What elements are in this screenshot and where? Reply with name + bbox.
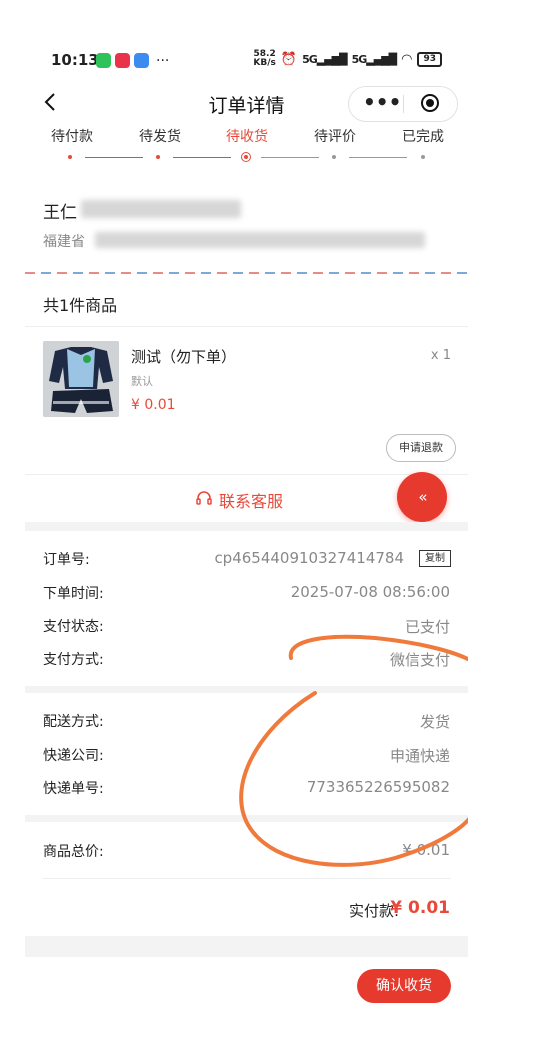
section-gap (25, 522, 468, 531)
goods-total-label: 商品总价: (43, 844, 104, 860)
progress-line (349, 157, 407, 158)
copy-button[interactable]: 复制 (419, 550, 451, 567)
order-status-tabs: 待付款 待发货 待收货 待评价 已完成 (25, 126, 468, 166)
headset-icon (195, 489, 213, 511)
tab-pending-review[interactable]: 待评价 (290, 126, 380, 146)
alarm-icon: ⏰ (280, 51, 298, 67)
product-price: ¥ 0.01 (131, 397, 176, 413)
signal-label-2: 5G (351, 52, 368, 66)
order-number-value: cp465440910327414784 (214, 549, 404, 567)
tracking-number-value: 773365226595082 (306, 778, 450, 796)
recipient-name: 王仁 (43, 203, 77, 223)
tab-pending-receipt[interactable]: 待收货 (202, 126, 292, 146)
product-image[interactable] (43, 341, 119, 417)
redaction-blur (95, 232, 425, 248)
progress-dot (68, 155, 72, 159)
miniapp-capsule: ••• (348, 86, 458, 122)
tab-completed[interactable]: 已完成 (378, 126, 468, 146)
close-miniapp-icon[interactable] (421, 94, 439, 112)
wifi-icon: ◠ (401, 51, 413, 67)
progress-current-dot (241, 152, 251, 162)
progress-dot (332, 155, 336, 159)
app-blue-icon (134, 53, 149, 68)
product-name[interactable]: 测试（勿下单） (131, 346, 236, 367)
nav-bar: 订单详情 ••• (25, 84, 468, 124)
refund-button[interactable]: 申请退款 (386, 434, 456, 462)
floating-action-button[interactable]: « (397, 472, 447, 522)
product-quantity: x 1 (430, 348, 451, 363)
address-divider (25, 272, 468, 274)
more-notifications-icon: ··· (156, 52, 170, 69)
order-time-label: 下单时间: (43, 586, 104, 602)
more-options-icon[interactable]: ••• (363, 92, 401, 112)
goods-total-value: ¥ 0.01 (402, 841, 450, 859)
notification-icons: ··· (96, 53, 169, 68)
tab-pending-shipment[interactable]: 待发货 (115, 126, 205, 146)
network-speed: 58.2 KB/s (253, 50, 275, 68)
signal-label: 5G (302, 52, 318, 66)
progress-line (261, 157, 319, 158)
payment-method-value: 微信支付 (389, 651, 450, 669)
divider (42, 878, 451, 879)
signal-5g-icon-2: 5G▂▄▆█ (351, 52, 398, 66)
order-time-value: 2025-07-08 08:56:00 (290, 583, 450, 601)
progress-line (173, 157, 231, 158)
collapse-arrows-icon: « (418, 488, 427, 506)
delivery-method-value: 发货 (419, 713, 450, 731)
battery-icon: 93 (417, 51, 442, 67)
status-progress (25, 152, 468, 162)
courier-company-label: 快递公司: (43, 748, 104, 764)
section-gap (25, 815, 468, 822)
payment-status-value: 已支付 (404, 618, 450, 636)
progress-line (85, 157, 143, 158)
contact-service-button[interactable]: 联系客服 (195, 488, 283, 512)
tab-pending-payment[interactable]: 待付款 (27, 126, 117, 146)
phone-screen: 10:13 ··· 58.2 KB/s ⏰ 5G▂▄▆█ 5G▂▄▆█ ◠ 93… (25, 0, 468, 1054)
recipient-address: 福建省 (43, 234, 85, 250)
tracking-number-label: 快递单号: (43, 781, 104, 797)
network-speed-unit: KB/s (253, 58, 276, 68)
delivery-method-label: 配送方式: (43, 714, 104, 730)
divider (25, 326, 468, 327)
goods-count: 共1件商品 (43, 296, 118, 315)
status-bar: 10:13 ··· 58.2 KB/s ⏰ 5G▂▄▆█ 5G▂▄▆█ ◠ 93 (25, 46, 468, 74)
section-gap (25, 686, 468, 693)
contact-service-label: 联系客服 (219, 492, 284, 511)
order-number-label: 订单号: (43, 552, 90, 568)
progress-dot (156, 155, 160, 159)
app-red-icon (115, 53, 130, 68)
wechat-icon (96, 53, 111, 68)
payment-status-label: 支付状态: (43, 619, 104, 635)
signal-5g-icon: 5G▂▄▆█ (302, 52, 348, 66)
status-time: 10:13 (51, 51, 99, 69)
progress-dot (421, 155, 425, 159)
redaction-blur (81, 200, 241, 218)
paid-amount-value: ¥ 0.01 (390, 898, 450, 918)
confirm-receipt-button[interactable]: 确认收货 (357, 969, 451, 1003)
product-spec: 默认 (131, 375, 153, 388)
payment-method-label: 支付方式: (43, 652, 104, 668)
capsule-divider (403, 95, 404, 113)
status-right: 58.2 KB/s ⏰ 5G▂▄▆█ 5G▂▄▆█ ◠ 93 (253, 50, 442, 68)
section-gap (25, 936, 468, 957)
courier-company-value: 申通快递 (389, 747, 450, 765)
